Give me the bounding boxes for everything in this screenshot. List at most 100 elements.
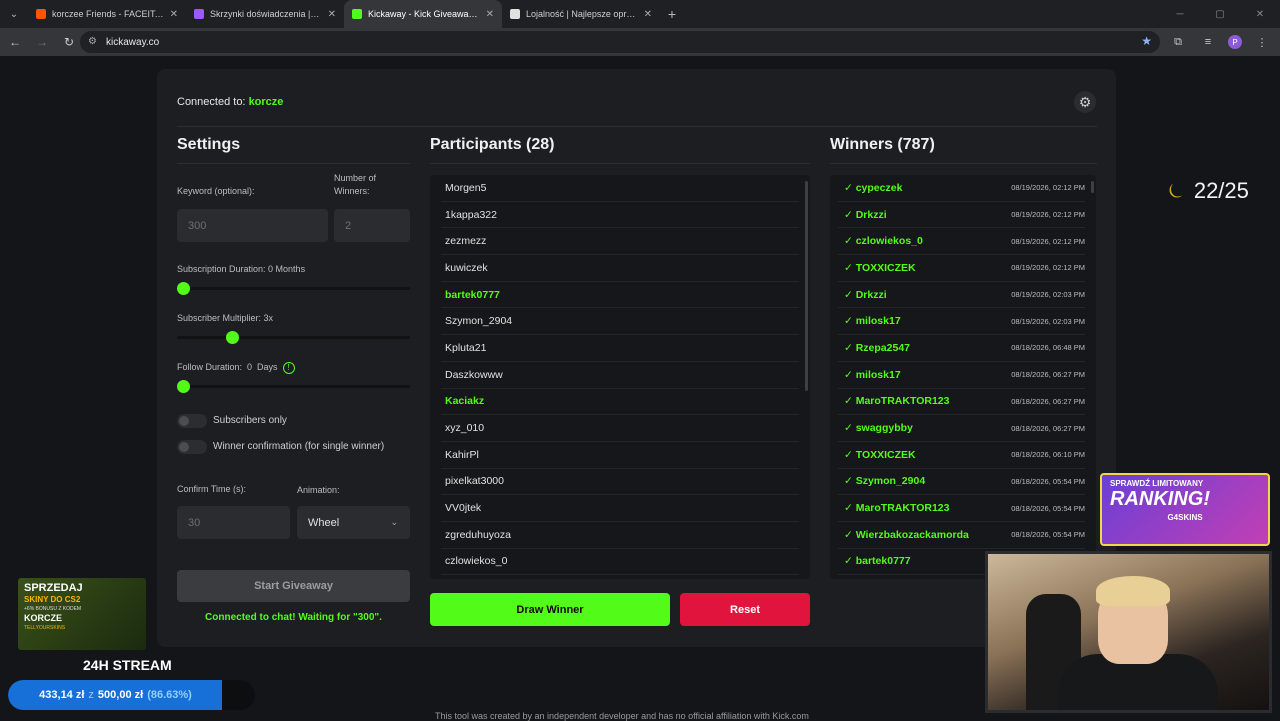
media-icon[interactable]: ≡ <box>1198 30 1218 54</box>
sub-duration-slider[interactable] <box>177 282 410 295</box>
winner-row[interactable]: ✓ swaggybby 08/18/2026, 06:27 PM <box>838 415 1085 442</box>
close-tab-icon[interactable]: ✕ <box>170 9 178 20</box>
participant-row[interactable]: xyz_010 <box>441 415 799 442</box>
winner-date: 08/18/2026, 06:27 PM <box>1011 396 1085 406</box>
tab-title: Lojalność | Najlepsze oprogram... <box>526 9 638 19</box>
menu-icon[interactable]: ⋮ <box>1252 30 1272 54</box>
winner-date: 08/19/2026, 02:12 PM <box>1011 183 1085 193</box>
tab-search-icon[interactable]: ⌄ <box>0 0 28 28</box>
winner-row[interactable]: ✓ Rzepa2547 08/18/2026, 06:48 PM <box>838 335 1085 362</box>
maximize-icon[interactable]: ▢ <box>1200 0 1240 28</box>
goal-target: 500,00 zł <box>97 689 144 701</box>
participants-list[interactable]: Morgen5 1kappa322 zezmezz kuwiczek bartek077… <box>430 175 810 579</box>
winner-row[interactable]: ✓ Drkzzi 08/19/2026, 02:03 PM <box>838 282 1085 309</box>
scrollbar[interactable] <box>805 181 808 391</box>
participant-row[interactable]: Kaciakz <box>441 389 799 416</box>
browser-tab[interactable]: Lojalność | Najlepsze oprogram... ✕ <box>502 0 660 28</box>
participants-title: Participants (28) <box>430 136 555 153</box>
minimize-icon[interactable]: ─ <box>1160 0 1200 28</box>
confirm-time-label: Confirm Time (s): <box>177 484 247 494</box>
slider-knob[interactable] <box>177 380 190 393</box>
winner-date: 08/19/2026, 02:12 PM <box>1011 263 1085 273</box>
browser-tab[interactable]: Kickaway - Kick Giveaway Tool ✕ <box>344 0 502 28</box>
tab-title: Skrzynki doświadczenia | G4Skins <box>210 9 322 19</box>
animation-select[interactable]: Wheel ⌄ <box>297 506 410 539</box>
winner-name: ✓ TOXXICZEK <box>844 261 916 274</box>
winners-title: Winners (787) <box>830 136 935 153</box>
draw-winner-button[interactable]: Draw Winner <box>430 593 670 626</box>
winner-row[interactable]: ✓ czlowiekos_0 08/19/2026, 02:12 PM <box>838 228 1085 256</box>
slider-knob[interactable] <box>226 331 239 344</box>
donation-goal-bar: 433,14 zł z 500,00 zł (86.63%) <box>8 680 255 710</box>
winner-row[interactable]: ✓ TOXXICZEK 08/19/2026, 02:12 PM <box>838 255 1085 282</box>
extensions-icon[interactable]: ⧉ <box>1168 30 1188 54</box>
winner-row[interactable]: ✓ milosk17 08/18/2026, 06:27 PM <box>838 362 1085 389</box>
info-icon[interactable]: ! <box>282 361 295 374</box>
promo-line-1: SPRZEDAJ <box>24 582 83 594</box>
site-info-icon[interactable]: ⚙ <box>88 36 97 47</box>
close-tab-icon[interactable]: ✕ <box>486 9 494 20</box>
connected-user: korcze <box>248 96 284 108</box>
participant-row[interactable]: Morgen5 <box>441 175 799 202</box>
participant-row[interactable]: kuwiczek <box>441 255 799 282</box>
slider-knob[interactable] <box>177 282 190 295</box>
keyword-input[interactable]: 300 <box>177 209 328 242</box>
winner-row[interactable]: ✓ cypeczek 08/19/2026, 02:12 PM <box>838 175 1085 202</box>
favicon-icon <box>510 9 520 19</box>
gear-icon[interactable]: ⚙ <box>1074 91 1096 113</box>
winner-name: ✓ Drkzzi <box>844 208 887 221</box>
animation-label: Animation: <box>297 485 340 495</box>
browser-tab[interactable]: Skrzynki doświadczenia | G4Skins ✕ <box>186 0 344 28</box>
winners-list[interactable]: ✓ cypeczek 08/19/2026, 02:12 PM ✓ Drkzzi 08… <box>830 175 1096 579</box>
back-icon[interactable]: ← <box>3 30 27 54</box>
reload-icon[interactable]: ↻ <box>57 30 81 54</box>
profile-avatar[interactable]: P <box>1228 35 1242 49</box>
participant-row[interactable]: VV0jtek <box>441 495 799 522</box>
participant-row[interactable]: Daszkowww <box>441 362 799 389</box>
url-field[interactable]: ⚙ kickaway.co ★ <box>80 31 1160 53</box>
winner-row[interactable]: ✓ MaroTRAKTOR123 08/18/2026, 06:27 PM <box>838 389 1085 416</box>
start-giveaway-button[interactable]: Start Giveaway <box>177 570 410 602</box>
follow-duration-slider[interactable] <box>177 380 410 393</box>
close-window-icon[interactable]: ✕ <box>1240 0 1280 28</box>
close-tab-icon[interactable]: ✕ <box>328 9 336 20</box>
participant-row[interactable]: zezmezz <box>441 228 799 256</box>
participant-row[interactable]: Szymon_2904 <box>441 308 799 336</box>
sub-duration-label: Subscription Duration: 0 Months <box>177 264 306 274</box>
goal-sep: z <box>88 689 94 701</box>
winner-name: ✓ Szymon_2904 <box>844 475 926 488</box>
close-tab-icon[interactable]: ✕ <box>644 9 652 20</box>
toggle-knob <box>179 416 189 426</box>
winner-name: ✓ TOXXICZEK <box>844 448 916 461</box>
participant-row[interactable]: KahirPl <box>441 442 799 469</box>
winner-row[interactable]: ✓ TOXXICZEK 08/18/2026, 06:10 PM <box>838 442 1085 469</box>
winners-label-1: Number of <box>334 173 377 183</box>
browser-tab[interactable]: korczee Friends - FACEIT.com ✕ <box>28 0 186 28</box>
reset-button[interactable]: Reset <box>680 593 810 626</box>
winner-confirmation-toggle[interactable] <box>177 440 207 454</box>
subscribers-only-label: Subscribers only <box>213 415 287 426</box>
winner-row[interactable]: ✓ Szymon_2904 08/18/2026, 05:54 PM <box>838 469 1085 496</box>
new-tab-button[interactable]: + <box>660 6 684 22</box>
participant-row[interactable]: zgreduhuyoza <box>441 522 799 549</box>
winner-row[interactable]: ✓ Wierzbakozackamorda 08/18/2026, 05:54 P… <box>838 522 1085 549</box>
winner-row[interactable]: ✓ milosk17 08/19/2026, 02:03 PM <box>838 308 1085 336</box>
participant-row[interactable]: czlowiekos_0 <box>441 549 799 576</box>
bookmark-star-icon[interactable]: ★ <box>1141 34 1152 48</box>
confirm-time-input[interactable]: 30 <box>177 506 290 539</box>
kickaway-panel: Connected to: korcze ⚙ Settings Keyword … <box>157 69 1116 647</box>
participant-row[interactable]: Kpluta21 <box>441 335 799 362</box>
participant-row[interactable]: bartek0777 <box>441 282 799 309</box>
winner-row[interactable]: ✓ MaroTRAKTOR123 08/18/2026, 05:54 PM <box>838 495 1085 522</box>
winner-name: ✓ Wierzbakozackamorda <box>844 528 969 541</box>
divider <box>177 163 410 164</box>
participant-row[interactable]: 1kappa322 <box>441 202 799 229</box>
winner-row[interactable]: ✓ Drkzzi 08/19/2026, 02:12 PM <box>838 202 1085 229</box>
sub-multiplier-slider[interactable] <box>177 331 410 344</box>
webcam-overlay <box>985 551 1272 713</box>
participant-row[interactable]: pixelkat3000 <box>441 469 799 496</box>
scrollbar[interactable] <box>1091 181 1094 193</box>
subscribers-only-toggle[interactable] <box>177 414 207 428</box>
winners-count-input[interactable]: 2 <box>334 209 410 242</box>
forward-icon[interactable]: → <box>30 30 54 54</box>
